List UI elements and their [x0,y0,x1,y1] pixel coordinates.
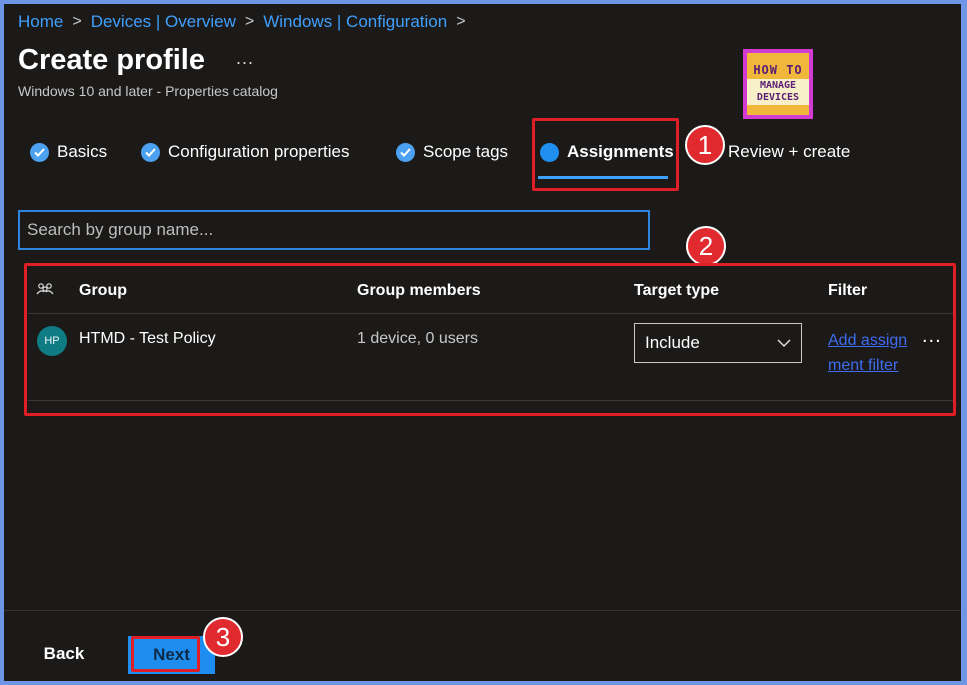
highlight-box-next [131,636,200,672]
highlight-box-assignments [532,118,679,191]
search-input[interactable] [18,210,650,250]
step-label: Review + create [728,142,851,161]
highlight-box-table [24,263,956,416]
annotation-badge-2: 2 [686,226,726,266]
annotation-badge-1: 1 [685,125,725,165]
htmd-logo: HOW TO MANAGE DEVICES [743,49,813,119]
step-review-create[interactable]: Review + create [728,132,850,172]
chevron-right-icon: > [72,13,82,30]
breadcrumb-windows-configuration[interactable]: Windows | Configuration [263,12,447,32]
annotation-badge-3: 3 [203,617,243,657]
checkmark-icon [30,142,49,162]
back-button[interactable]: Back [34,638,94,670]
app-window: Home > Devices | Overview > Windows | Co… [4,4,961,681]
chevron-right-icon: > [456,13,466,30]
page-subtitle: Windows 10 and later - Properties catalo… [18,83,278,99]
step-basics[interactable]: Basics [30,132,107,172]
breadcrumb: Home > Devices | Overview > Windows | Co… [18,9,475,35]
footer-divider [4,610,961,611]
step-label: Scope tags [423,142,509,161]
checkmark-icon [396,142,415,162]
wizard-steps: Basics Configuration properties Scope ta… [4,132,961,172]
checkmark-icon [141,142,160,162]
breadcrumb-home[interactable]: Home [18,12,63,32]
logo-text-top: HOW TO [753,63,803,77]
step-label: Configuration properties [168,142,350,161]
step-scope-tags[interactable]: Scope tags [396,132,508,172]
chevron-right-icon: > [244,13,255,30]
step-configuration-properties[interactable]: Configuration properties [141,132,349,172]
breadcrumb-devices-overview[interactable]: Devices | Overview [91,12,236,32]
page-title: Create profile [18,44,205,76]
logo-text-bottom: MANAGE DEVICES [747,79,809,105]
step-label: Basics [57,142,108,161]
more-options-icon[interactable]: ... [236,48,254,69]
